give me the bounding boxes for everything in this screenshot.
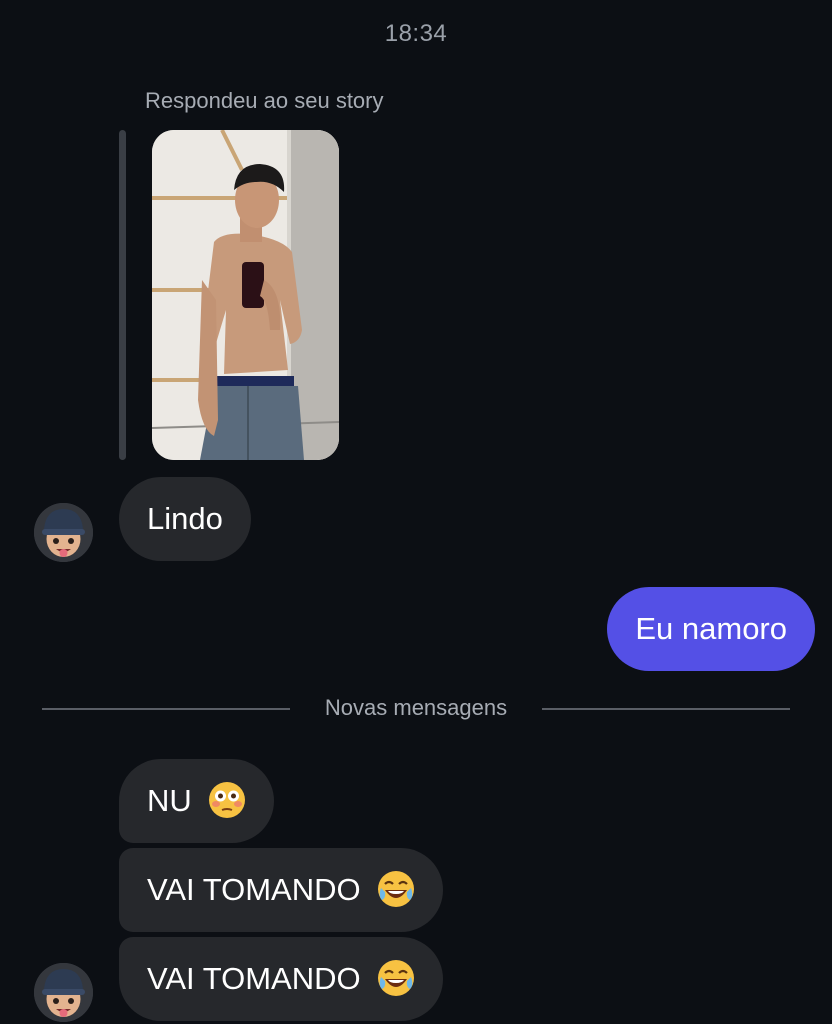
- message-bubble-incoming[interactable]: Lindo: [119, 477, 251, 561]
- message-text: Lindo: [147, 501, 223, 536]
- message-text: VAI TOMANDO: [147, 961, 361, 996]
- story-reply-label: Respondeu ao seu story: [145, 88, 384, 113]
- message-bubble-outgoing[interactable]: Eu namoro: [607, 587, 815, 671]
- divider-line-left: [42, 708, 290, 710]
- sender-avatar[interactable]: [34, 963, 93, 1022]
- tears-of-joy-emoji: [377, 959, 415, 997]
- message-bubble-incoming[interactable]: VAI TOMANDO: [119, 848, 444, 932]
- story-thumbnail[interactable]: [152, 130, 339, 460]
- message-bubble-incoming[interactable]: VAI TOMANDO: [119, 937, 444, 1021]
- divider-line-right: [542, 708, 790, 710]
- reply-quote-bar: [119, 130, 126, 460]
- message-bubble-incoming[interactable]: NU: [119, 759, 275, 843]
- sender-avatar[interactable]: [34, 503, 93, 562]
- flushed-face-emoji: [208, 781, 246, 819]
- message-text: Eu namoro: [635, 611, 787, 646]
- tears-of-joy-emoji: [377, 870, 415, 908]
- message-timestamp: 18:34: [384, 20, 448, 47]
- message-text: VAI TOMANDO: [147, 872, 361, 907]
- new-messages-divider: Novas mensagens: [324, 695, 508, 720]
- message-text: NU: [147, 783, 192, 818]
